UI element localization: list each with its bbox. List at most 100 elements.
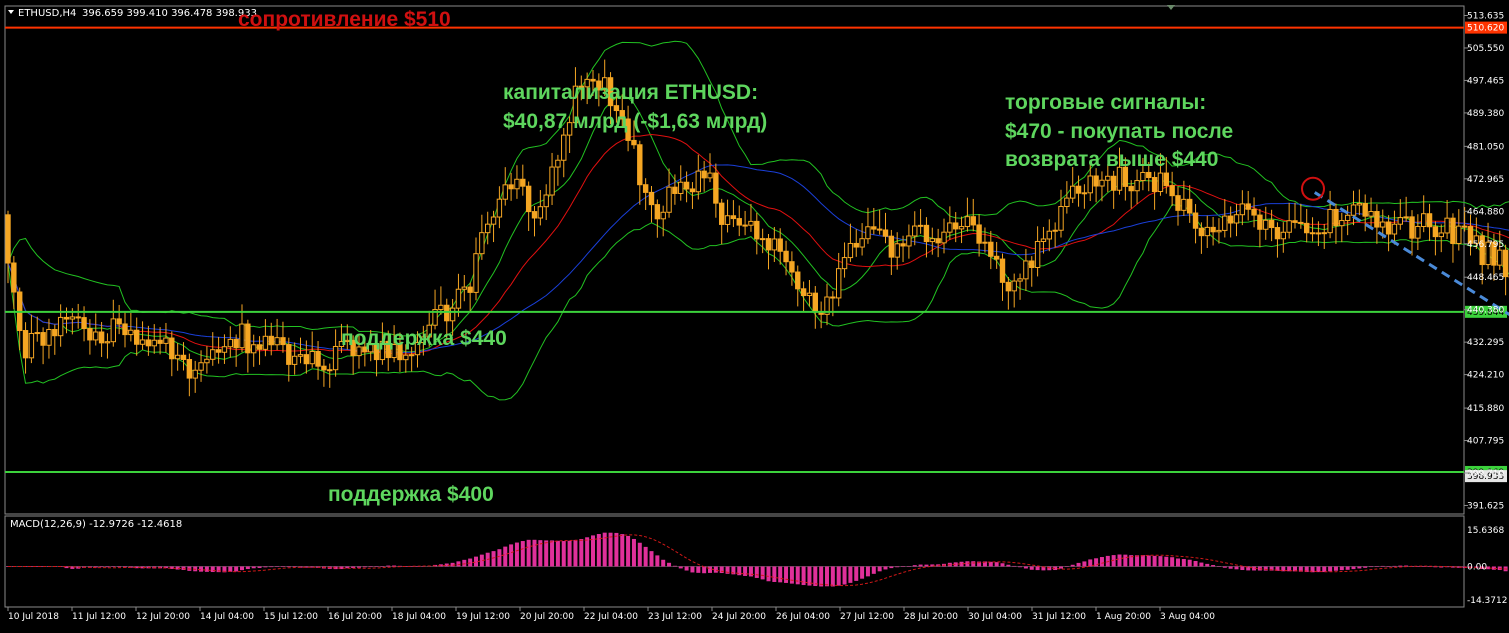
macd-bar: [368, 566, 373, 568]
candle-body: [467, 286, 473, 293]
time-tick-label: 14 Jul 04:00: [200, 612, 254, 622]
macd-bar: [895, 566, 900, 568]
candle-body: [853, 242, 859, 248]
macd-bar: [637, 542, 642, 567]
time-tick-label: 15 Jul 12:00: [264, 612, 318, 622]
candle-body: [1403, 216, 1409, 219]
candle-body: [145, 339, 152, 347]
macd-bar: [456, 561, 461, 567]
candle-body: [449, 307, 456, 322]
candle-body: [1426, 213, 1433, 228]
candle-body: [1175, 195, 1181, 211]
candle-body: [40, 332, 46, 346]
candle-body: [57, 316, 64, 337]
candle-body: [1333, 208, 1339, 227]
candle-body: [531, 211, 538, 219]
candle-body: [496, 198, 503, 218]
macd-bar: [573, 539, 578, 567]
macd-bar: [544, 540, 549, 567]
candle-body: [1005, 281, 1012, 292]
candle-body: [438, 304, 444, 311]
candle-body: [958, 226, 965, 230]
candle-body: [1251, 208, 1257, 216]
macd-bar: [754, 566, 759, 578]
candle-body: [1011, 280, 1017, 292]
candle-body: [683, 181, 690, 190]
macd-bar: [854, 566, 859, 581]
resistance-price-label: 510.620: [1467, 24, 1504, 34]
macd-bar: [678, 566, 683, 569]
macd-bar: [748, 566, 753, 577]
macd-bar: [491, 551, 496, 567]
time-tick-label: 19 Jul 12:00: [456, 612, 510, 622]
candle-body: [1280, 231, 1286, 240]
candle-body: [953, 222, 959, 230]
macd-bar: [766, 566, 771, 582]
macd-bar: [1187, 559, 1192, 567]
macd-bar: [889, 566, 894, 569]
candle-body: [98, 331, 105, 344]
candle-body: [1105, 175, 1111, 181]
candle-body: [1304, 222, 1310, 234]
candle-body: [28, 332, 35, 359]
candle-body: [935, 238, 941, 244]
candle-body: [525, 185, 532, 213]
candle-body: [642, 184, 649, 193]
macd-bar: [1199, 562, 1204, 567]
candle-body: [1257, 214, 1263, 230]
macd-bar: [380, 566, 385, 567]
candle-body: [865, 226, 871, 240]
candle-body: [174, 354, 181, 360]
candle-body: [695, 170, 701, 193]
time-tick-label: 27 Jul 12:00: [840, 612, 894, 622]
macd-bar: [626, 535, 631, 567]
price-tick-label: 391.625: [1467, 501, 1504, 511]
macd-bar: [561, 541, 566, 567]
candle-body: [1163, 172, 1169, 187]
candle-body: [256, 344, 263, 350]
candle-body: [1321, 232, 1327, 235]
candle-body: [1268, 219, 1275, 229]
candle-body: [795, 271, 801, 290]
candle-body: [461, 286, 468, 290]
candle-body: [479, 232, 485, 255]
candle-body: [1385, 221, 1392, 235]
macd-bar: [1357, 566, 1362, 569]
macd-bar: [830, 566, 835, 587]
time-tick-label: 18 Jul 04:00: [392, 612, 446, 622]
candle-body: [262, 335, 269, 350]
candle-body: [876, 228, 883, 231]
macd-bar: [912, 565, 917, 567]
macd-bar: [1117, 554, 1122, 567]
price-tick-label: 472.965: [1467, 175, 1504, 185]
candle-body: [1181, 198, 1187, 211]
candle-body: [678, 181, 684, 194]
candle-body: [1239, 203, 1246, 216]
macd-tick-label: 0.00: [1467, 562, 1487, 572]
macd-bar: [567, 540, 572, 567]
candle-body: [280, 337, 286, 346]
price-tick-label: 481.050: [1467, 142, 1504, 152]
macd-bar: [696, 566, 701, 573]
candle-body: [1210, 226, 1216, 233]
candle-body: [239, 323, 245, 349]
macd-bar: [280, 566, 285, 567]
chart-window[interactable]: 510.620439.844399.969398.933 513.635505.…: [0, 0, 1509, 629]
time-tick-label: 24 Jul 20:00: [712, 612, 766, 622]
macd-bar: [555, 540, 560, 567]
candle-body: [221, 346, 228, 353]
candle-body: [286, 344, 292, 365]
candle-body: [1081, 192, 1088, 195]
candle-body: [455, 288, 462, 309]
candle-body: [1146, 171, 1152, 179]
price-chart[interactable]: 510.620439.844399.969398.933 513.635505.…: [0, 0, 1509, 629]
macd-bar: [1222, 566, 1227, 568]
macd-bar: [1351, 566, 1356, 570]
macd-bar: [117, 566, 122, 568]
candle-body: [988, 241, 994, 257]
candle-body: [163, 337, 169, 344]
candle-body: [894, 243, 900, 258]
macd-bar: [1023, 566, 1028, 569]
time-tick-label: 23 Jul 12:00: [648, 612, 702, 622]
candle-body: [251, 344, 257, 354]
